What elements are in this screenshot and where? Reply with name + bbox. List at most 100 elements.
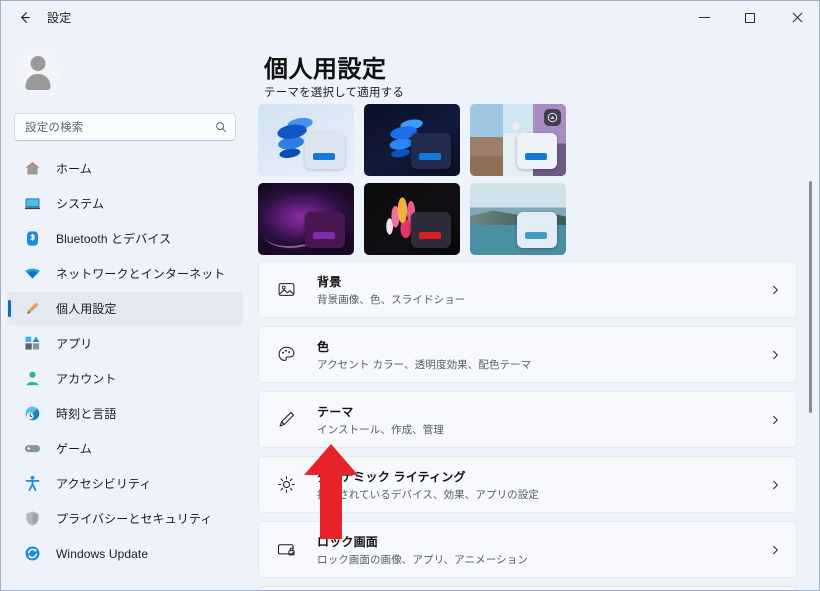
theme-card[interactable] <box>364 104 460 176</box>
gaming-icon <box>23 440 41 458</box>
lock-screen-icon <box>275 539 297 561</box>
theme-window-preview <box>517 212 557 248</box>
theme-accent-bar <box>313 232 335 239</box>
sidebar-item-label: プライバシーとセキュリティ <box>56 512 213 526</box>
settings-list: 背景 背景画像、色、スライドショー 色 アクセント カラー、透明度効果、配色テー… <box>258 261 797 590</box>
wifi-icon <box>23 265 41 283</box>
brightness-icon <box>275 474 297 496</box>
setting-subtitle: インストール、作成、管理 <box>317 423 444 436</box>
theme-window-preview <box>411 212 451 248</box>
sidebar-item-label: 時刻と言語 <box>56 407 117 421</box>
sidebar-item-label: Windows Update <box>56 546 149 561</box>
sidebar-item-label: 個人用設定 <box>56 302 117 316</box>
back-button[interactable] <box>9 3 39 33</box>
page-subtitle: テーマを選択して適用する <box>264 87 405 99</box>
theme-accent-bar <box>313 153 335 160</box>
setting-title: ロック画面 <box>317 534 379 549</box>
setting-row-background[interactable]: 背景 背景画像、色、スライドショー <box>258 261 797 318</box>
maximize-icon <box>745 12 755 23</box>
sidebar-item-label: ゲーム <box>56 442 92 456</box>
scrollbar-thumb[interactable] <box>809 181 812 413</box>
rotate-icon <box>544 109 561 126</box>
sidebar-item-accessibility[interactable]: アクセシビリティ <box>7 467 243 500</box>
theme-accent-bar <box>419 153 441 160</box>
sidebar-item-label: アカウント <box>56 372 117 386</box>
accessibility-icon <box>23 475 41 493</box>
theme-wallpaper-art <box>470 104 503 176</box>
theme-accent-bar <box>525 232 547 239</box>
page-title: 個人用設定 <box>264 56 387 83</box>
theme-window-preview <box>517 133 557 169</box>
settings-window: 設定 設定の検索 ホーム システム Bluetooth とデバイス ネットワーク… <box>0 0 820 591</box>
theme-window-preview <box>305 212 345 248</box>
sidebar-item-label: ホーム <box>56 162 92 176</box>
setting-row-text-input[interactable]: テキスト入力 <box>258 586 797 590</box>
palette-icon <box>275 344 297 366</box>
setting-subtitle: 背景画像、色、スライドショー <box>317 293 466 306</box>
setting-row-dynamic-lighting[interactable]: ダイナミック ライティング 接続されているデバイス、効果、アプリの設定 <box>258 456 797 513</box>
setting-text: ロック画面 ロック画面の画像、アプリ、アニメーション <box>317 533 528 567</box>
theme-window-preview <box>411 133 451 169</box>
theme-card[interactable] <box>470 104 566 176</box>
theme-card[interactable] <box>258 104 354 176</box>
windows-update-icon <box>23 545 41 563</box>
sidebar-item-bluetooth-devices[interactable]: Bluetooth とデバイス <box>7 222 243 255</box>
sidebar-item-accounts[interactable]: アカウント <box>7 362 243 395</box>
home-icon <box>23 160 41 178</box>
minimize-button[interactable] <box>681 1 727 34</box>
sidebar-item-system[interactable]: システム <box>7 187 243 220</box>
theme-gallery <box>258 104 806 255</box>
sidebar-item-privacy-security[interactable]: プライバシーとセキュリティ <box>7 502 243 535</box>
chevron-right-icon <box>770 414 781 425</box>
sidebar-item-windows-update[interactable]: Windows Update <box>7 537 243 570</box>
avatar <box>14 46 62 94</box>
chevron-right-icon <box>770 479 781 490</box>
sidebar: 設定の検索 ホーム システム Bluetooth とデバイス ネットワークとイン… <box>1 34 249 590</box>
sidebar-item-home[interactable]: ホーム <box>7 152 243 185</box>
sidebar-item-label: システム <box>56 197 105 211</box>
chevron-right-icon <box>770 349 781 360</box>
setting-row-themes[interactable]: テーマ インストール、作成、管理 <box>258 391 797 448</box>
setting-title: ダイナミック ライティング <box>317 469 466 484</box>
close-button[interactable] <box>773 1 819 34</box>
sidebar-item-personalization[interactable]: 個人用設定 <box>7 292 243 325</box>
setting-row-colors[interactable]: 色 アクセント カラー、透明度効果、配色テーマ <box>258 326 797 383</box>
setting-title: 色 <box>317 339 330 354</box>
sidebar-item-label: アプリ <box>56 337 93 351</box>
avatar-body-icon <box>25 74 51 90</box>
setting-subtitle: ロック画面の画像、アプリ、アニメーション <box>317 553 528 566</box>
theme-card[interactable] <box>364 183 460 255</box>
theme-accent-bar <box>419 232 441 239</box>
setting-text: 背景 背景画像、色、スライドショー <box>317 273 465 307</box>
avatar-head-icon <box>30 56 46 71</box>
privacy-shield-icon <box>23 510 41 528</box>
theme-window-preview <box>305 133 345 169</box>
setting-text: ダイナミック ライティング 接続されているデバイス、効果、アプリの設定 <box>317 468 539 502</box>
close-icon <box>791 12 802 23</box>
setting-text: テーマ インストール、作成、管理 <box>317 403 444 437</box>
personalization-brush-icon <box>23 300 41 318</box>
back-arrow-icon <box>20 12 30 23</box>
picture-icon <box>275 279 297 301</box>
maximize-button[interactable] <box>727 1 773 34</box>
sidebar-item-network-internet[interactable]: ネットワークとインターネット <box>7 257 243 290</box>
theme-accent-bar <box>525 153 547 160</box>
sidebar-item-time-language[interactable]: 時刻と言語 <box>7 397 243 430</box>
theme-card[interactable] <box>258 183 354 255</box>
setting-subtitle: 接続されているデバイス、効果、アプリの設定 <box>317 488 539 501</box>
content-scrollbar[interactable] <box>805 34 817 590</box>
setting-text: 色 アクセント カラー、透明度効果、配色テーマ <box>317 338 531 372</box>
sidebar-item-label: Bluetooth とデバイス <box>56 232 172 246</box>
account-avatar-button[interactable] <box>14 46 62 94</box>
search-input[interactable]: 設定の検索 <box>14 113 236 141</box>
theme-card[interactable] <box>470 183 566 255</box>
search-icon <box>215 121 227 133</box>
setting-title: 背景 <box>317 274 342 289</box>
sidebar-item-apps[interactable]: アプリ <box>7 327 243 360</box>
sidebar-item-gaming[interactable]: ゲーム <box>7 432 243 465</box>
title-bar: 設定 <box>1 1 819 34</box>
main-content: 個人用設定 テーマを選択して適用する 背景 背景画像、色、スライドショー 色 ア… <box>249 34 819 590</box>
brush-icon <box>275 409 297 431</box>
setting-row-lock-screen[interactable]: ロック画面 ロック画面の画像、アプリ、アニメーション <box>258 521 797 578</box>
sidebar-item-label: ネットワークとインターネット <box>56 267 226 281</box>
